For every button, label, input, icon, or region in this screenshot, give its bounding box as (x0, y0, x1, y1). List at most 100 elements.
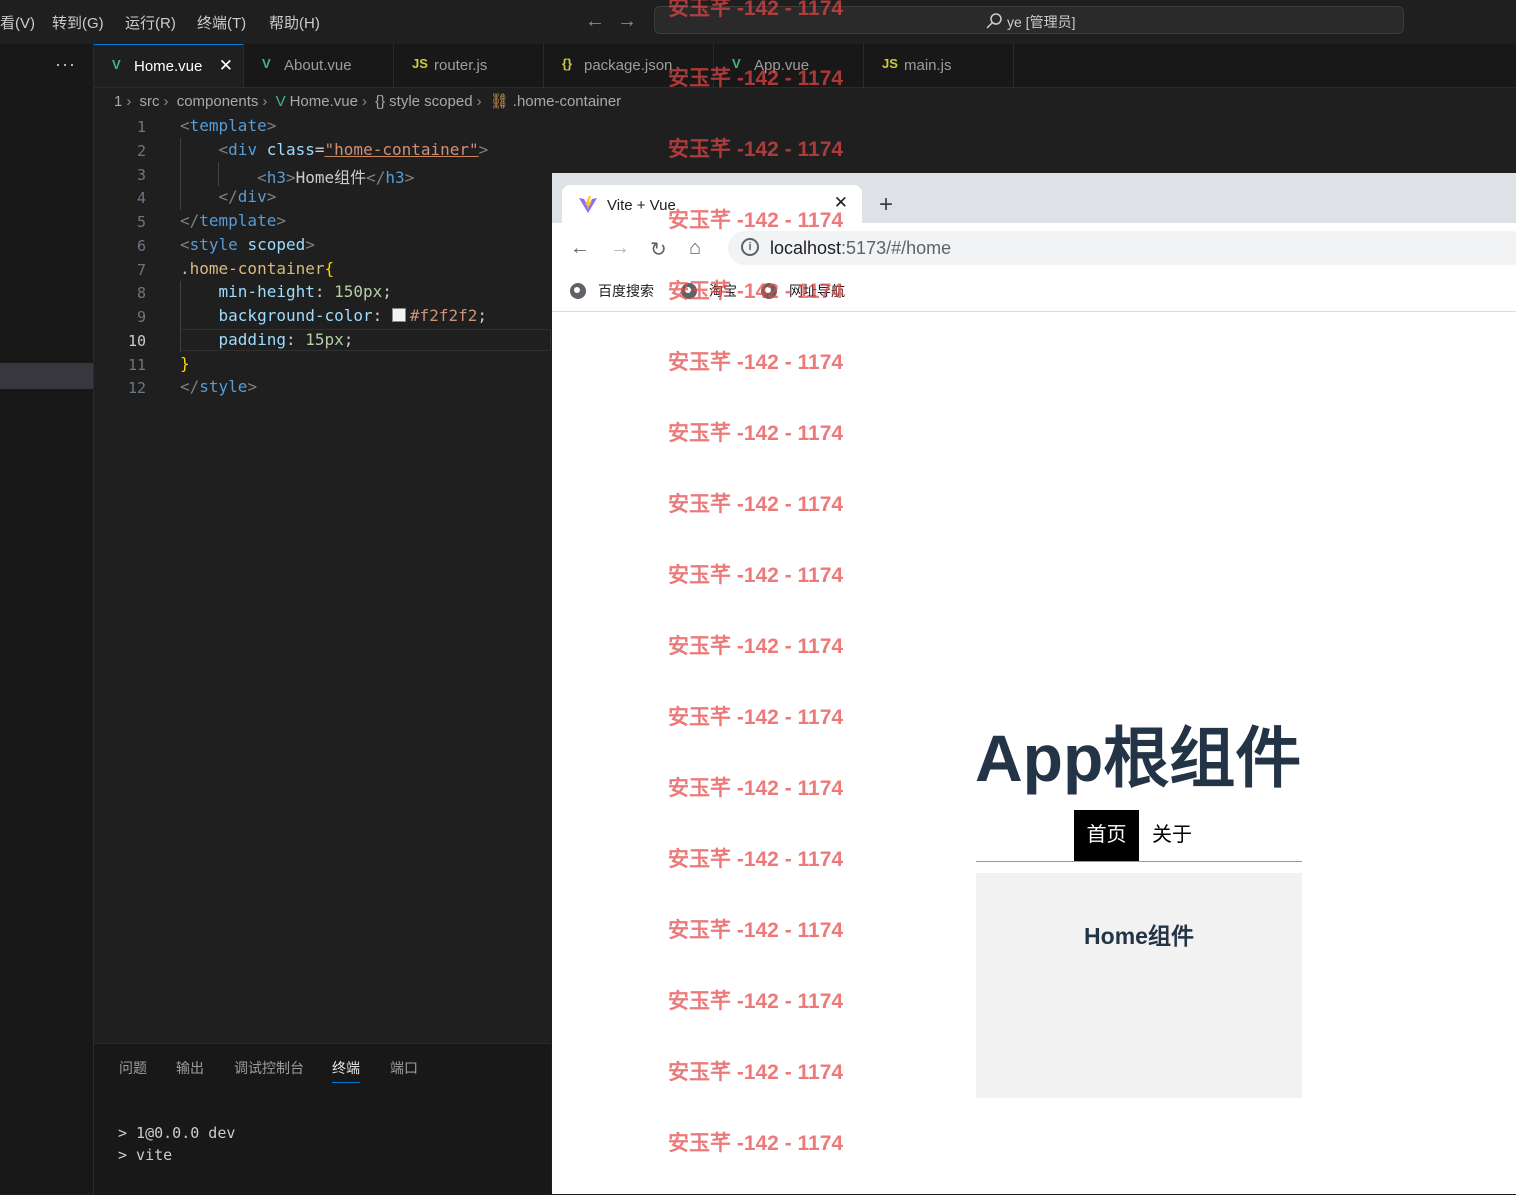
tab-label: router.js (434, 57, 488, 74)
line-number: 6 (136, 237, 146, 255)
vue-icon: V (275, 93, 286, 110)
reload-icon[interactable]: ↻ (650, 237, 667, 262)
search-icon (986, 13, 1002, 29)
tab-router-js[interactable]: JS router.js (394, 44, 544, 87)
breadcrumb-item[interactable]: 1 (114, 93, 122, 110)
command-search-text: ye [管理员] (1007, 14, 1076, 30)
menu-help[interactable]: 帮助(H) (269, 12, 320, 33)
globe-icon (570, 283, 586, 299)
code-line-7: .home-container{ (180, 259, 335, 278)
explorer-sidebar (0, 44, 94, 1194)
panel-tab-problems[interactable]: 问题 (119, 1058, 147, 1078)
home-container: Home组件 (976, 873, 1302, 1098)
nav-link-about[interactable]: 关于 (1152, 810, 1192, 861)
panel-tab-ports[interactable]: 端口 (390, 1058, 418, 1078)
watermark-text: 安玉芊 -142 - 1174 (668, 1061, 844, 1084)
bookmark-item[interactable]: 百度搜索 (570, 281, 654, 301)
line-number: 2 (136, 142, 146, 160)
breadcrumb-item[interactable]: .home-container (513, 93, 621, 110)
line-number: 4 (136, 189, 146, 207)
watermark-text: 安玉芊 -142 - 1174 (668, 351, 844, 374)
home-icon[interactable]: ⌂ (689, 237, 701, 260)
line-number: 12 (127, 379, 146, 397)
tab-label: main.js (904, 57, 952, 74)
panel-tab-output[interactable]: 输出 (176, 1058, 204, 1078)
line-number: 1 (136, 118, 146, 136)
tab-home-vue[interactable]: V Home.vue ✕ (94, 44, 244, 87)
line-number: 9 (136, 308, 146, 326)
tab-about-vue[interactable]: V About.vue (244, 44, 394, 87)
nav-link-home[interactable]: 首页 (1074, 810, 1139, 861)
js-icon: JS (882, 56, 898, 71)
code-line-5: </template> (180, 211, 286, 230)
watermark-text: 安玉芊 -142 - 1174 (668, 777, 844, 800)
watermark-text: 安玉芊 -142 - 1174 (668, 0, 844, 20)
vite-logo-icon (579, 196, 597, 213)
back-icon[interactable]: ← (570, 237, 590, 260)
watermark-text: 安玉芊 -142 - 1174 (668, 848, 844, 871)
color-swatch[interactable] (391, 308, 406, 322)
breadcrumb-item[interactable]: src (140, 93, 160, 110)
menu-goto[interactable]: 转到(G) (52, 12, 104, 33)
code-line-10: padding: 15px; (218, 330, 354, 349)
new-tab-icon[interactable]: + (879, 191, 893, 219)
watermark-text: 安玉芊 -142 - 1174 (668, 1132, 844, 1155)
code-editor[interactable]: 1 2 3 4 5 6 7 8 9 10 11 12 <template> <d… (94, 114, 551, 1042)
watermark-text: 安玉芊 -142 - 1174 (668, 138, 844, 161)
browser-tab-title: Vite + Vue (607, 197, 676, 214)
info-icon[interactable]: i (741, 238, 759, 256)
breadcrumb-item[interactable]: style scoped (389, 93, 472, 110)
code-line-1: <template> (180, 116, 277, 135)
code-line-2: <div class="home-container"> (218, 140, 489, 159)
terminal-line: > 1@0.0.0 dev (118, 1124, 236, 1142)
menu-terminal[interactable]: 终端(T) (197, 12, 246, 33)
app-title: App根组件 (975, 721, 1302, 795)
line-number: 3 (136, 166, 146, 184)
more-actions-icon[interactable]: ··· (55, 54, 76, 75)
panel-tab-debug-console[interactable]: 调试控制台 (234, 1058, 304, 1078)
symbol-class-icon: ⛓ (489, 93, 509, 110)
app-nav: 首页 关于 (976, 810, 1302, 862)
bottom-panel: 问题 输出 调试控制台 终端 端口 > 1@0.0.0 dev > vite (94, 1043, 551, 1195)
chevron-right-icon: › (476, 93, 482, 110)
menu-run[interactable]: 运行(R) (125, 12, 176, 33)
code-line-8: min-height: 150px; (218, 282, 392, 301)
watermark-text: 安玉芊 -142 - 1174 (668, 280, 844, 303)
terminal-line: > vite (118, 1146, 173, 1164)
watermark-text: 安玉芊 -142 - 1174 (668, 493, 844, 516)
browser-window: Vite + Vue ✕ + ← → ↻ ⌂ i localhost:5173/… (552, 173, 1516, 1194)
chevron-right-icon: › (163, 93, 169, 110)
line-number-current: 10 (127, 332, 146, 350)
vue-icon: V (262, 56, 271, 71)
back-arrow-icon[interactable]: ← (585, 10, 605, 33)
close-icon[interactable]: ✕ (219, 56, 233, 76)
forward-icon[interactable]: → (610, 237, 630, 260)
forward-arrow-icon[interactable]: → (617, 10, 637, 33)
breadcrumb-item[interactable]: Home.vue (290, 93, 358, 110)
bookmark-label: 百度搜索 (598, 283, 654, 299)
explorer-selected-item[interactable] (0, 363, 93, 389)
watermark-text: 安玉芊 -142 - 1174 (668, 209, 844, 232)
menu-view[interactable]: 看(V) (0, 12, 35, 33)
watermark-text: 安玉芊 -142 - 1174 (668, 990, 844, 1013)
chevron-right-icon: › (262, 93, 268, 110)
tab-main-js[interactable]: JS main.js (864, 44, 1014, 87)
braces-icon: {} (375, 93, 386, 110)
line-number: 11 (127, 356, 146, 374)
url-host: localhost (770, 238, 842, 258)
panel-tab-terminal[interactable]: 终端 (332, 1058, 360, 1083)
chevron-right-icon: › (126, 93, 132, 110)
tab-label: package.json (584, 57, 673, 74)
chevron-right-icon: › (361, 93, 367, 110)
watermark-text: 安玉芊 -142 - 1174 (668, 67, 844, 90)
home-heading: Home组件 (1084, 923, 1194, 949)
breadcrumb-item[interactable]: components (177, 93, 259, 110)
breadcrumb: 1 › src › components › V Home.vue › {} style s… (114, 92, 625, 112)
code-line-9: background-color: #f2f2f2; (218, 306, 487, 325)
address-url: localhost:5173/#/home (770, 238, 951, 259)
js-icon: JS (412, 56, 428, 71)
address-bar[interactable]: i localhost:5173/#/home (728, 231, 1516, 265)
watermark-text: 安玉芊 -142 - 1174 (668, 422, 844, 445)
json-icon: {} (562, 56, 573, 71)
watermark-text: 安玉芊 -142 - 1174 (668, 564, 844, 587)
